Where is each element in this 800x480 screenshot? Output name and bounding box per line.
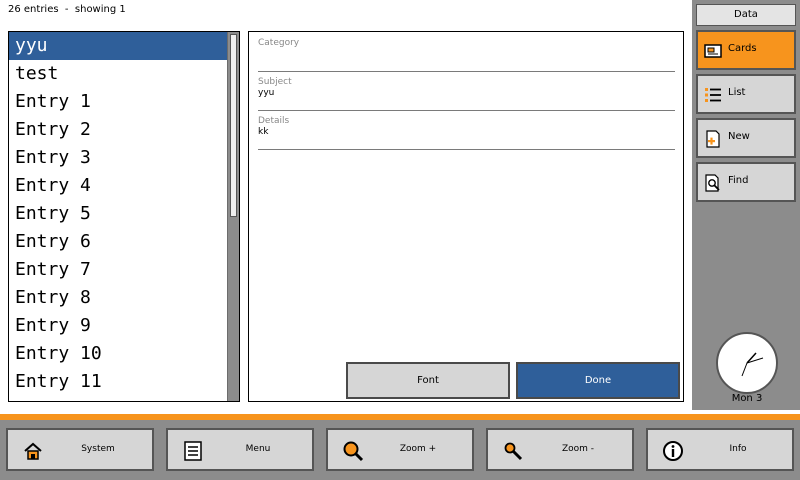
zoom-in-icon bbox=[342, 440, 364, 462]
list-item[interactable]: Entry 6 bbox=[9, 228, 229, 256]
list-item[interactable]: Entry 11 bbox=[9, 368, 229, 396]
system-button-label: System bbox=[81, 444, 115, 454]
list-item[interactable]: Entry 4 bbox=[9, 172, 229, 200]
details-field[interactable]: Details kk bbox=[258, 116, 675, 150]
bottom-toolbar: System Menu Zoom + Zoom - Info bbox=[0, 420, 800, 480]
list-item[interactable]: Entry 9 bbox=[9, 312, 229, 340]
screen: 26 entries - showing 1 yyu test Entry 1 … bbox=[0, 0, 800, 480]
list-button[interactable]: List bbox=[696, 74, 796, 114]
info-button[interactable]: Info bbox=[646, 428, 794, 471]
font-button[interactable]: Font bbox=[346, 362, 510, 399]
card-panel: Category Subject yyu Details kk Font Don… bbox=[248, 31, 684, 402]
list-item[interactable]: Entry 10 bbox=[9, 340, 229, 368]
subject-label: Subject bbox=[258, 77, 292, 87]
list-icon bbox=[704, 86, 722, 104]
clock-icon bbox=[716, 332, 778, 394]
subject-field[interactable]: Subject yyu bbox=[258, 77, 675, 111]
list-item[interactable]: yyu bbox=[9, 32, 229, 60]
list-item[interactable]: Entry 2 bbox=[9, 116, 229, 144]
cards-icon bbox=[704, 42, 722, 60]
category-label: Category bbox=[258, 38, 300, 48]
new-button[interactable]: New bbox=[696, 118, 796, 158]
find-button[interactable]: Find bbox=[696, 162, 796, 202]
cards-button[interactable]: Cards bbox=[696, 30, 796, 70]
info-button-label: Info bbox=[729, 444, 747, 454]
category-field[interactable]: Category bbox=[258, 38, 675, 72]
menu-button-label: Menu bbox=[245, 444, 271, 454]
system-button[interactable]: System bbox=[6, 428, 154, 471]
zoom-out-button-label: Zoom - bbox=[561, 444, 595, 454]
new-icon bbox=[704, 130, 722, 148]
zoom-in-button[interactable]: Zoom + bbox=[326, 428, 474, 471]
zoom-out-icon bbox=[502, 440, 524, 462]
list-item[interactable]: Entry 7 bbox=[9, 256, 229, 284]
menu-icon bbox=[182, 440, 204, 462]
done-button[interactable]: Done bbox=[516, 362, 680, 399]
list-scrollbar-thumb[interactable] bbox=[230, 34, 237, 217]
entry-list[interactable]: yyu test Entry 1 Entry 2 Entry 3 Entry 4… bbox=[8, 31, 240, 402]
details-label: Details bbox=[258, 116, 290, 126]
entry-list-items: yyu test Entry 1 Entry 2 Entry 3 Entry 4… bbox=[9, 32, 229, 396]
info-icon bbox=[662, 440, 684, 462]
menu-button[interactable]: Menu bbox=[166, 428, 314, 471]
list-item[interactable]: Entry 1 bbox=[9, 88, 229, 116]
new-button-label: New bbox=[728, 131, 750, 142]
home-icon bbox=[22, 440, 44, 462]
list-item[interactable]: test bbox=[9, 60, 229, 88]
entry-count-status: 26 entries - showing 1 bbox=[8, 4, 126, 15]
list-button-label: List bbox=[728, 87, 746, 98]
zoom-out-button[interactable]: Zoom - bbox=[486, 428, 634, 471]
list-item[interactable]: Entry 5 bbox=[9, 200, 229, 228]
subject-value[interactable]: yyu bbox=[258, 88, 675, 99]
sidebar-header: Data bbox=[696, 4, 796, 26]
cards-button-label: Cards bbox=[728, 43, 757, 54]
list-scrollbar[interactable] bbox=[227, 32, 239, 401]
zoom-in-button-label: Zoom + bbox=[399, 444, 437, 454]
list-item[interactable]: Entry 8 bbox=[9, 284, 229, 312]
find-button-label: Find bbox=[728, 175, 749, 186]
find-icon bbox=[704, 174, 722, 192]
details-value[interactable]: kk bbox=[258, 127, 675, 138]
list-item[interactable]: Entry 3 bbox=[9, 144, 229, 172]
clock-day-label: Mon 3 bbox=[731, 393, 763, 404]
